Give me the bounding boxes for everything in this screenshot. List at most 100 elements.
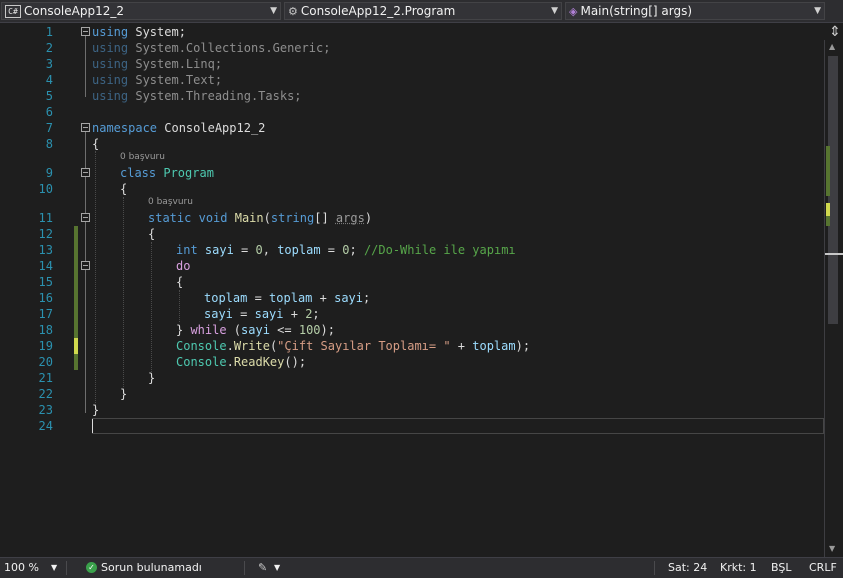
collapse-toggle[interactable] xyxy=(81,123,90,132)
code-text: } xyxy=(120,387,128,401)
line-number: 19 xyxy=(38,339,53,353)
code-text: (); xyxy=(284,355,307,369)
code-text: } xyxy=(176,323,191,337)
issues-indicator[interactable]: Sorun bulunamadı xyxy=(101,558,202,577)
chevron-down-icon: ▼ xyxy=(270,6,277,16)
chevron-down-icon: ▼ xyxy=(551,6,558,16)
code-text: System.Threading.Tasks; xyxy=(128,89,302,103)
variable: sayi xyxy=(334,291,363,305)
code-line: sayi = sayi + 2; xyxy=(204,306,320,322)
code-line: using System.Collections.Generic; xyxy=(92,40,330,56)
code-line: using System.Text; xyxy=(92,72,222,88)
split-window-icon[interactable]: ⇕ xyxy=(827,24,843,40)
project-dropdown[interactable]: C# ConsoleApp12_2 ▼ xyxy=(1,2,281,20)
code-text: System.Collections.Generic; xyxy=(128,41,331,55)
code-line: { xyxy=(92,136,99,152)
collapse-toggle[interactable] xyxy=(81,261,90,270)
vertical-scrollbar[interactable]: ▲ ▼ xyxy=(824,40,843,557)
collapse-toggle[interactable] xyxy=(81,27,90,36)
code-text: + xyxy=(312,291,335,305)
keyword: using xyxy=(92,89,129,103)
change-map-marker xyxy=(826,203,830,216)
codelens-references[interactable]: 0 başvuru xyxy=(148,197,193,208)
variable: toplam xyxy=(204,291,248,305)
code-editor[interactable]: 1 2 3 4 5 6 7 8 9 10 11 12 13 14 15 16 1… xyxy=(0,23,824,557)
code-text: { xyxy=(120,182,128,196)
type-name: Console xyxy=(176,355,227,369)
code-text: . xyxy=(226,355,234,369)
code-text: { xyxy=(176,275,184,289)
code-text: } xyxy=(92,403,100,417)
line-number: 12 xyxy=(38,227,53,241)
outline-line xyxy=(85,35,86,97)
method-name: Write xyxy=(233,339,270,353)
outline-line xyxy=(85,269,86,331)
project-dropdown-label: ConsoleApp12_2 xyxy=(24,4,124,18)
saved-change-marker xyxy=(74,354,78,370)
code-text: + xyxy=(450,339,473,353)
variable: sayi xyxy=(241,323,270,337)
line-ending-indicator[interactable]: CRLF xyxy=(809,558,837,577)
column-indicator[interactable]: Krkt: 1 xyxy=(720,558,757,577)
code-text: { xyxy=(148,227,156,241)
code-line: using System.Threading.Tasks; xyxy=(92,88,302,104)
status-bar: 100 % ▼ ✓ Sorun bulunamadı ✎ ▼ Sat: 24 K… xyxy=(0,557,843,578)
chevron-down-icon: ▼ xyxy=(814,6,821,16)
code-line: { xyxy=(120,181,127,197)
line-number: 2 xyxy=(45,41,53,55)
current-line-highlight xyxy=(92,418,824,434)
insert-mode-indicator[interactable]: BŞL xyxy=(771,558,791,577)
code-text: . xyxy=(226,339,234,353)
code-line: class Program xyxy=(120,165,214,181)
variable: toplam xyxy=(277,243,321,257)
unsaved-change-marker xyxy=(74,338,78,354)
code-text: , xyxy=(262,243,278,257)
code-text: System.Text; xyxy=(128,73,223,87)
keyword: int xyxy=(176,243,198,257)
line-number: 23 xyxy=(38,403,53,417)
method-name: Main xyxy=(234,211,264,225)
line-number: 6 xyxy=(45,105,53,119)
keyword: void xyxy=(198,211,228,225)
chevron-down-icon[interactable]: ▼ xyxy=(274,558,280,577)
change-map-marker xyxy=(826,146,830,196)
member-dropdown[interactable]: ◈ Main(string[] args) ▼ xyxy=(565,2,825,20)
codelens-references[interactable]: 0 başvuru xyxy=(120,152,165,163)
code-line: toplam = toplam + sayi; xyxy=(204,290,370,306)
line-number: 16 xyxy=(38,291,53,305)
type-name: Console xyxy=(176,339,227,353)
class-dropdown[interactable]: ⚙ ConsoleApp12_2.Program ▼ xyxy=(284,2,562,20)
code-line: using System.Linq; xyxy=(92,56,222,72)
line-number: 22 xyxy=(38,387,53,401)
zoom-level[interactable]: 100 % xyxy=(4,558,39,577)
code-text: } xyxy=(148,371,156,385)
line-number-indicator[interactable]: Sat: 24 xyxy=(668,558,707,577)
code-line: int sayi = 0, toplam = 0; //Do-While ile… xyxy=(176,242,516,258)
code-text: <= xyxy=(269,323,299,337)
line-number: 24 xyxy=(38,419,53,433)
navigation-bar: C# ConsoleApp12_2 ▼ ⚙ ConsoleApp12_2.Progr… xyxy=(0,0,843,23)
code-text: ( xyxy=(263,211,271,225)
scroll-up-icon[interactable]: ▲ xyxy=(829,42,835,51)
keyword: using xyxy=(92,25,129,39)
code-line: } xyxy=(148,370,155,386)
collapse-toggle[interactable] xyxy=(81,168,90,177)
code-line: } xyxy=(120,386,127,402)
number-literal: 0 xyxy=(255,243,263,257)
chevron-down-icon[interactable]: ▼ xyxy=(51,558,57,577)
line-number: 21 xyxy=(38,371,53,385)
keyword: using xyxy=(92,41,129,55)
saved-change-marker xyxy=(74,226,78,338)
code-text: [] xyxy=(314,211,336,225)
line-number: 10 xyxy=(38,182,53,196)
keyword: string xyxy=(270,211,315,225)
code-cleanup-brush-icon[interactable]: ✎ xyxy=(258,558,267,577)
scroll-down-icon[interactable]: ▼ xyxy=(829,544,835,553)
code-line: namespace ConsoleApp12_2 xyxy=(92,120,265,136)
code-line: Console.Write("Çift Sayılar Toplamı= " +… xyxy=(176,338,530,354)
collapse-toggle[interactable] xyxy=(81,213,90,222)
control-keyword: do xyxy=(176,259,191,273)
code-text: ; xyxy=(312,307,320,321)
variable: sayi xyxy=(204,243,234,257)
indent-guide xyxy=(151,242,152,374)
